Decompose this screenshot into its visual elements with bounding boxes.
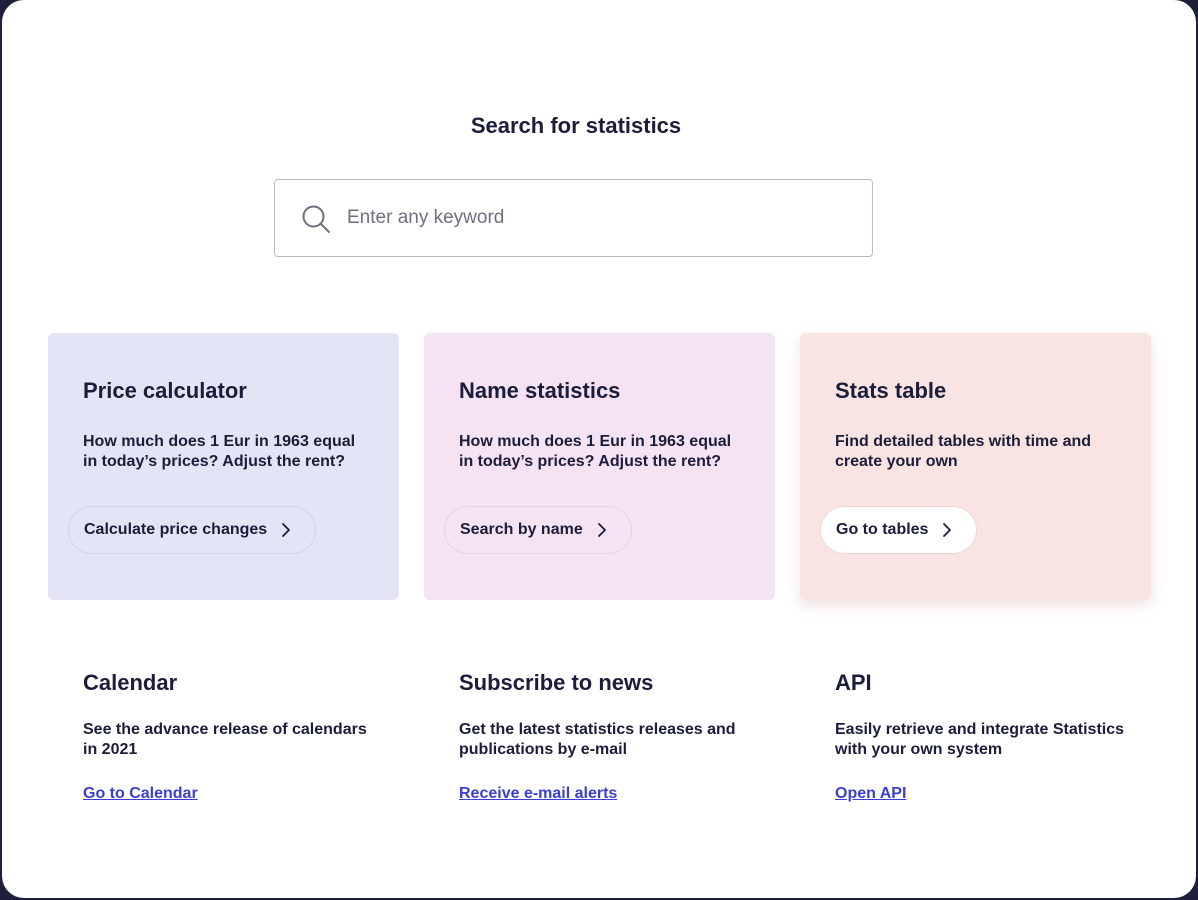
card-title: Name statistics <box>459 378 621 403</box>
card-description: How much does 1 Eur in 1963 equal in tod… <box>459 433 732 470</box>
button-label: Calculate price changes <box>84 521 268 538</box>
receive-email-alerts-link[interactable]: Receive e-mail alerts <box>459 785 617 803</box>
chevron-right-icon <box>943 523 952 537</box>
chevron-right-icon <box>597 523 606 537</box>
go-to-tables-button[interactable]: Go to tables <box>820 506 978 554</box>
card-title: Stats table <box>835 378 947 403</box>
open-api-link[interactable]: Open API <box>835 785 906 803</box>
subscribe-section: Subscribe to news Get the latest statist… <box>459 670 779 803</box>
section-description: See the advance release of calendars in … <box>83 721 367 758</box>
card-description: How much does 1 Eur in 1963 equal in tod… <box>83 433 356 470</box>
card-stats-table: Stats table Find detailed tables with ti… <box>800 333 1151 600</box>
card-name-statistics: Name statistics How much does 1 Eur in 1… <box>424 333 775 600</box>
card-price-calculator: Price calculator How much does 1 Eur in … <box>48 333 399 600</box>
search-input[interactable] <box>347 200 847 236</box>
search-by-name-button[interactable]: Search by name <box>444 506 632 554</box>
calendar-section: Calendar See the advance release of cale… <box>83 670 403 803</box>
button-label: Search by name <box>460 521 583 538</box>
go-to-calendar-link[interactable]: Go to Calendar <box>83 785 198 803</box>
api-section: API Easily retrieve and integrate Statis… <box>835 670 1155 803</box>
section-description: Get the latest statistics releases and p… <box>459 721 736 758</box>
chevron-right-icon <box>282 523 291 537</box>
calculate-price-changes-button[interactable]: Calculate price changes <box>68 506 317 554</box>
page-frame: Search for statistics Price calculator H… <box>2 0 1196 898</box>
search-box[interactable] <box>274 179 873 257</box>
section-title: API <box>835 670 872 695</box>
section-title: Subscribe to news <box>459 670 654 695</box>
card-description: Find detailed tables with time and creat… <box>835 433 1092 470</box>
card-title: Price calculator <box>83 378 247 403</box>
button-label: Go to tables <box>836 521 929 538</box>
section-title: Calendar <box>83 670 178 695</box>
search-icon <box>302 205 330 233</box>
section-description: Easily retrieve and integrate Statistics… <box>835 721 1125 758</box>
page-title: Search for statistics <box>470 113 682 138</box>
